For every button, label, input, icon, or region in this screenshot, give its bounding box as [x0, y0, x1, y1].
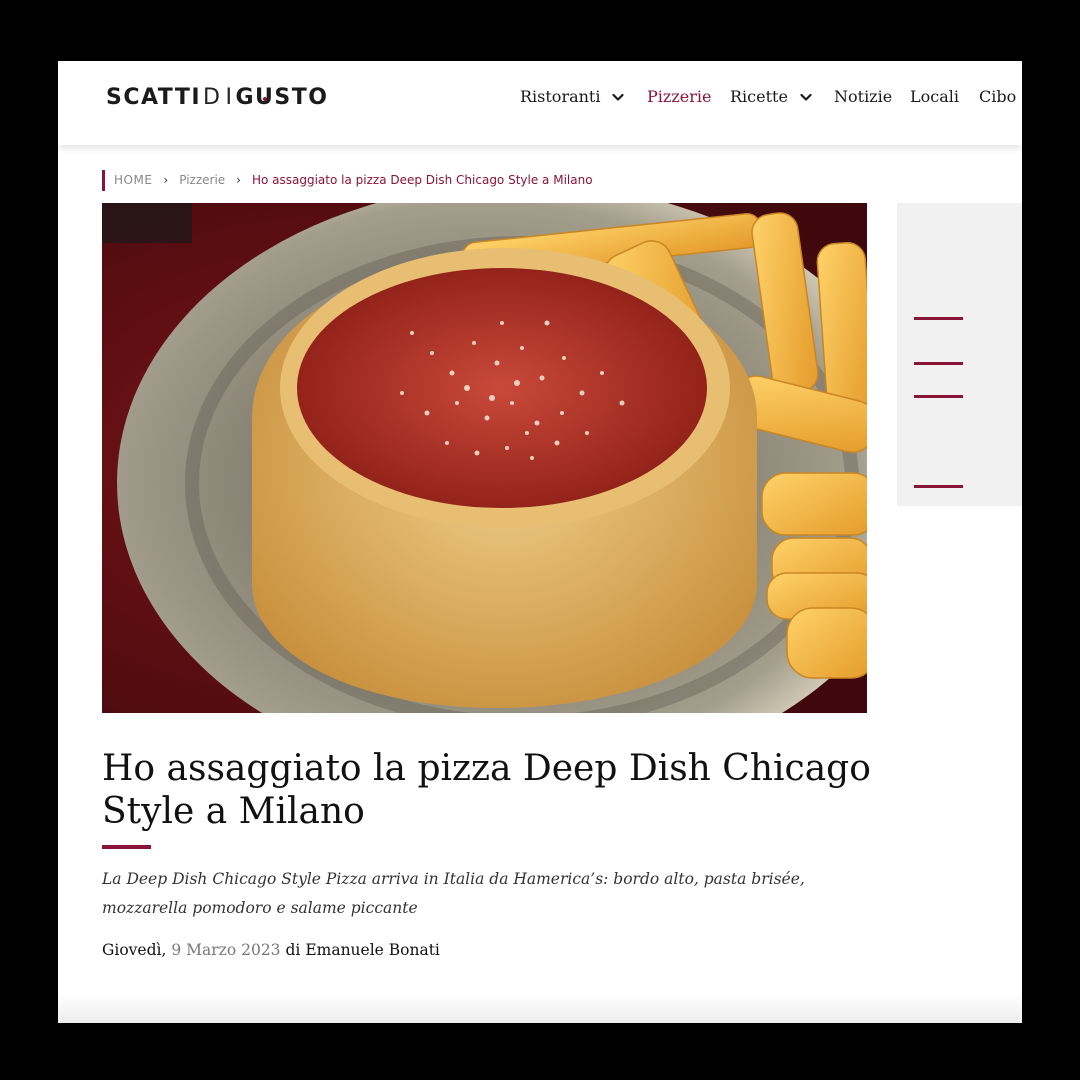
- sidebar-accent-line: [914, 362, 963, 365]
- breadcrumb-section-link[interactable]: Pizzerie: [179, 173, 225, 187]
- nav-item-ristoranti[interactable]: Ristoranti: [520, 87, 600, 106]
- sidebar-widget: [897, 203, 1022, 506]
- web-page: SCATTID IGUSTO Ristoranti Pizzerie Ricett…: [58, 61, 1022, 1023]
- hero-image[interactable]: [102, 203, 867, 713]
- chevron-down-icon[interactable]: [798, 89, 814, 105]
- sidebar-accent-line: [914, 485, 963, 488]
- nav-item-pizzerie[interactable]: Pizzerie: [647, 87, 711, 106]
- bottom-fade: [58, 993, 1022, 1023]
- pizza-photo: [102, 203, 867, 713]
- site-logo[interactable]: SCATTID IGUSTO: [106, 85, 328, 110]
- article-byline: Giovedì, 9 Marzo 2023 di Emanuele Bonati: [102, 941, 440, 959]
- byline-day: Giovedì,: [102, 941, 167, 959]
- nav-item-cibo[interactable]: Cibo: [979, 87, 1016, 106]
- title-underline: [102, 845, 151, 849]
- breadcrumb-current: Ho assaggiato la pizza Deep Dish Chicago…: [251, 173, 593, 187]
- byline-date: 9 Marzo 2023: [171, 941, 281, 959]
- sidebar-accent-line: [914, 317, 963, 320]
- article-title: Ho assaggiato la pizza Deep Dish Chicago…: [102, 748, 871, 832]
- byline-by: di: [285, 941, 301, 959]
- breadcrumb: HOME › Pizzerie › Ho assaggiato la pizza Dee…: [102, 170, 593, 191]
- breadcrumb-separator: ›: [163, 173, 169, 187]
- breadcrumb-separator: ›: [236, 173, 241, 187]
- site-header: SCATTID IGUSTO Ristoranti Pizzerie Ricett…: [58, 61, 1022, 145]
- breadcrumb-home-link[interactable]: HOME: [114, 173, 152, 187]
- article-subtitle: La Deep Dish Chicago Style Pizza arriva …: [102, 870, 805, 917]
- sidebar-accent-line: [914, 395, 963, 398]
- nav-item-notizie[interactable]: Notizie: [834, 87, 892, 106]
- nav-item-locali[interactable]: Locali: [910, 87, 959, 106]
- nav-item-ricette[interactable]: Ricette: [730, 87, 788, 106]
- byline-author[interactable]: Emanuele Bonati: [305, 941, 440, 959]
- chevron-down-icon[interactable]: [610, 89, 626, 105]
